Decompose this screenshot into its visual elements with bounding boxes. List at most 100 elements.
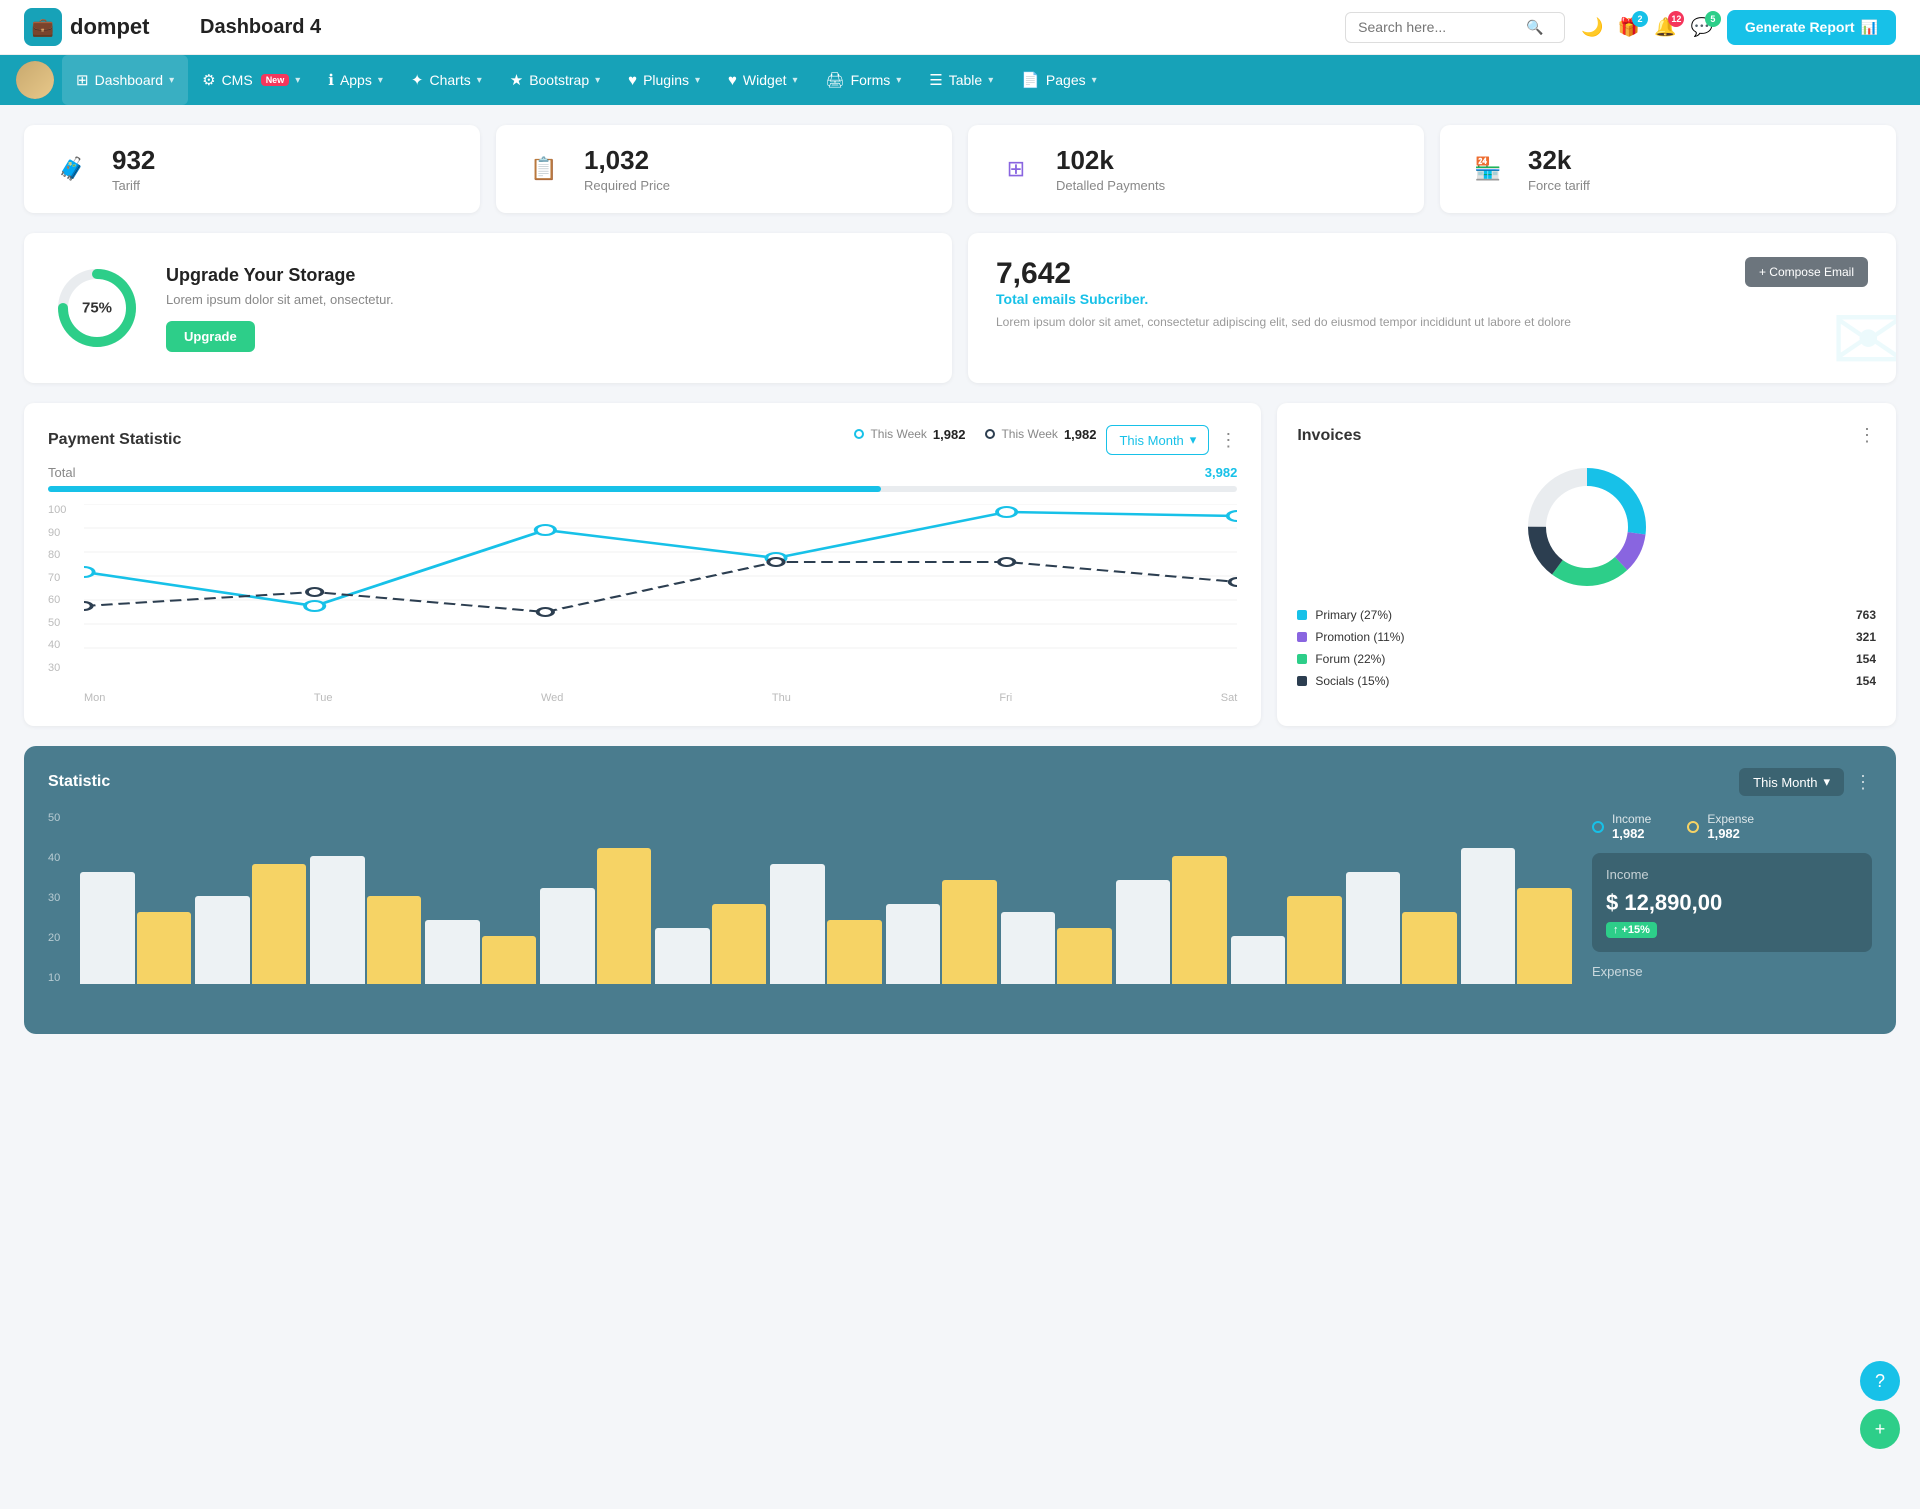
search-bar[interactable]: 🔍: [1345, 12, 1565, 43]
bell-button[interactable]: 🔔 12: [1654, 17, 1676, 38]
compose-email-button[interactable]: + Compose Email: [1745, 257, 1868, 287]
bar-group: [1116, 812, 1227, 984]
detalled-payments-icon: ⊞: [992, 145, 1040, 193]
nav-item-forms[interactable]: 🖨 Forms ▾: [812, 55, 916, 105]
invoices-more-icon[interactable]: ⋮: [1858, 425, 1876, 446]
logo-icon: 💼: [24, 8, 62, 46]
required-price-value: 1,032: [584, 145, 670, 176]
statistic-card: Statistic This Month ▾ ⋮ 5040302010: [24, 746, 1896, 1034]
bar-group: [425, 812, 536, 984]
nav-label-pages: Pages: [1046, 72, 1086, 88]
nav-label-bootstrap: Bootstrap: [529, 72, 589, 88]
bar-group: [1346, 812, 1457, 984]
page-title: Dashboard 4: [200, 16, 1329, 39]
nav-label-widget: Widget: [743, 72, 787, 88]
middle-row: 75% Upgrade Your Storage Lorem ipsum dol…: [24, 233, 1896, 383]
statistic-title: Statistic: [48, 773, 110, 791]
expense-section-label: Expense: [1592, 964, 1872, 979]
payment-card: Payment Statistic This Week 1,982 This W…: [24, 403, 1261, 726]
email-count: 7,642: [996, 257, 1571, 291]
dashboard-icon: ⊞: [76, 71, 89, 89]
bar-group: [655, 812, 766, 984]
nav-item-charts[interactable]: ✦ Charts ▾: [397, 55, 496, 105]
bar-yellow: [367, 896, 422, 984]
chevron-down-icon: ▾: [1823, 774, 1830, 790]
bar-yellow: [827, 920, 882, 984]
bell-badge: 12: [1668, 11, 1684, 27]
chat-button[interactable]: 💬 5: [1690, 17, 1712, 38]
statistic-more-icon[interactable]: ⋮: [1854, 772, 1872, 793]
bar-group: [770, 812, 881, 984]
required-price-icon: 📋: [520, 145, 568, 193]
nav-item-bootstrap[interactable]: ★ Bootstrap ▾: [496, 55, 614, 105]
bar-chart: 5040302010: [48, 812, 1572, 1012]
income-box-label: Income: [1606, 867, 1858, 882]
invoices-card: Invoices ⋮: [1277, 403, 1896, 726]
nav-label-forms: Forms: [851, 72, 891, 88]
bar-yellow: [1057, 928, 1112, 984]
nav-item-pages[interactable]: 📄 Pages ▾: [1007, 55, 1110, 105]
bar-group: [310, 812, 421, 984]
storage-title: Upgrade Your Storage: [166, 265, 394, 286]
storage-donut: 75%: [52, 263, 142, 353]
storage-card: 75% Upgrade Your Storage Lorem ipsum dol…: [24, 233, 952, 383]
logo: 💼 dompet: [24, 8, 184, 46]
line-chart: 10090807060504030: [48, 504, 1237, 704]
force-tariff-value: 32k: [1528, 145, 1590, 176]
action-button[interactable]: +: [1860, 1409, 1900, 1449]
nav-item-apps[interactable]: ℹ Apps ▾: [314, 55, 397, 105]
tariff-value: 932: [112, 145, 155, 176]
nav-item-table[interactable]: ☰ Table ▾: [915, 55, 1007, 105]
expense-label: Expense: [1707, 812, 1754, 826]
nav-item-dashboard[interactable]: ⊞ Dashboard ▾: [62, 55, 188, 105]
stat-card-tariff: 🧳 932 Tariff: [24, 125, 480, 213]
force-tariff-label: Force tariff: [1528, 178, 1590, 193]
navbar: ⊞ Dashboard ▾ ⚙ CMS New ▾ ℹ Apps ▾ ✦ Cha…: [0, 55, 1920, 105]
payment-progress: [48, 486, 1237, 492]
x-axis-labels: MonTueWedThuFriSat: [84, 692, 1237, 704]
legend-this-week-2: This Week 1,982: [985, 427, 1096, 442]
this-month-button[interactable]: This Month ▾: [1106, 425, 1209, 455]
bar-yellow: [1287, 896, 1342, 984]
apps-icon: ℹ: [328, 71, 334, 89]
bar-yellow: [1402, 912, 1457, 984]
main-content: 🧳 932 Tariff 📋 1,032 Required Price ⊞ 10…: [0, 105, 1920, 1074]
stat-card-required-price: 📋 1,032 Required Price: [496, 125, 952, 213]
charts-row: Payment Statistic This Week 1,982 This W…: [24, 403, 1896, 726]
logo-text: dompet: [70, 14, 149, 40]
income-value: 1,982: [1612, 826, 1651, 841]
bootstrap-icon: ★: [510, 71, 523, 89]
moon-icon[interactable]: 🌙: [1581, 17, 1603, 38]
invoices-legend: Primary (27%) 763 Promotion (11%) 321 Fo…: [1297, 608, 1876, 688]
income-change-badge: ↑ +15%: [1606, 922, 1657, 938]
search-icon[interactable]: 🔍: [1526, 19, 1543, 36]
statistic-this-month-button[interactable]: This Month ▾: [1739, 768, 1844, 796]
nav-item-widget[interactable]: ♥ Widget ▾: [714, 56, 812, 105]
chat-badge: 5: [1705, 11, 1721, 27]
upgrade-button[interactable]: Upgrade: [166, 321, 255, 352]
income-amount: $ 12,890,00: [1606, 890, 1858, 916]
stat-card-force-tariff: 🏪 32k Force tariff: [1440, 125, 1896, 213]
tariff-icon: 🧳: [48, 145, 96, 193]
bar-group: [195, 812, 306, 984]
widget-icon: ♥: [728, 72, 737, 89]
bar-white: [540, 888, 595, 984]
tariff-label: Tariff: [112, 178, 155, 193]
support-button[interactable]: ?: [1860, 1361, 1900, 1401]
bar-white: [425, 920, 480, 984]
gift-button[interactable]: 🎁 2: [1618, 17, 1640, 38]
bar-group: [540, 812, 651, 984]
table-icon: ☰: [929, 71, 942, 89]
nav-item-plugins[interactable]: ♥ Plugins ▾: [614, 56, 714, 105]
generate-report-button[interactable]: Generate Report 📊: [1727, 10, 1896, 45]
payment-title: Payment Statistic: [48, 431, 181, 449]
stat-card-detalled-payments: ⊞ 102k Detalled Payments: [968, 125, 1424, 213]
bar-white: [310, 856, 365, 984]
bar-yellow: [1517, 888, 1572, 984]
pages-icon: 📄: [1021, 71, 1040, 89]
search-input[interactable]: [1358, 19, 1518, 35]
bar-white: [1346, 872, 1401, 984]
nav-item-cms[interactable]: ⚙ CMS New ▾: [188, 55, 314, 105]
more-options-icon[interactable]: ⋮: [1219, 430, 1237, 451]
nav-label-apps: Apps: [340, 72, 372, 88]
